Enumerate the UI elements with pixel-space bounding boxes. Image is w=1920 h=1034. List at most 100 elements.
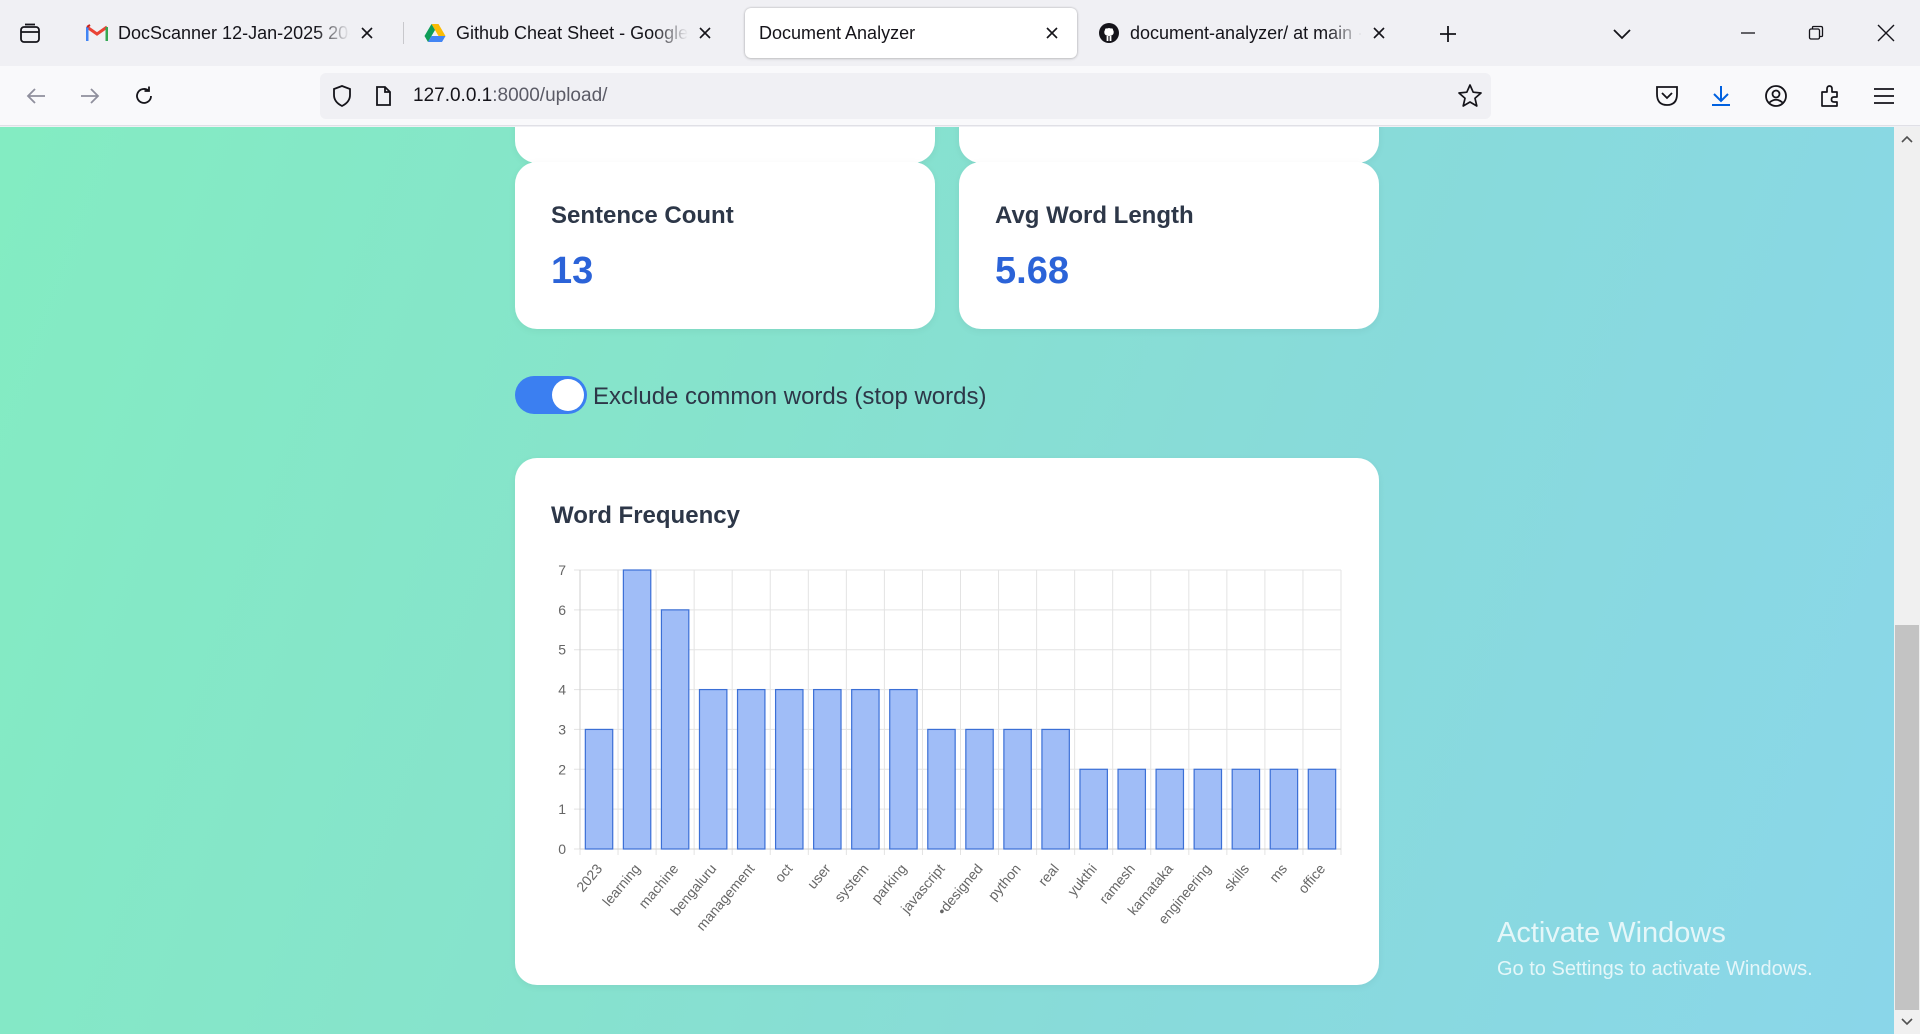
download-icon <box>1712 86 1730 106</box>
bookmark-star-icon[interactable] <box>1457 83 1483 109</box>
stat-card-partial <box>959 127 1379 163</box>
sentence-count-card: Sentence Count 13 <box>515 162 935 329</box>
tab-document-analyzer-repo[interactable]: document-analyzer/ at main · y <box>1084 8 1404 58</box>
y-tick-label: 0 <box>558 841 566 857</box>
vertical-scrollbar[interactable] <box>1894 127 1920 1034</box>
reload-button[interactable] <box>126 78 162 114</box>
x-tick-label: yukthi <box>1064 861 1100 899</box>
forward-arrow-icon <box>81 88 100 104</box>
x-tick-label: oct <box>771 861 795 886</box>
tab-github-cheat-sheet[interactable]: Github Cheat Sheet - Google Docs <box>410 8 730 58</box>
close-tab-icon[interactable] <box>1041 22 1063 44</box>
app-menu-button[interactable] <box>1866 78 1902 114</box>
account-button[interactable] <box>1758 78 1794 114</box>
restore-button[interactable] <box>1782 0 1850 66</box>
gmail-icon <box>86 22 108 44</box>
bar-user <box>813 688 842 850</box>
bar-machine <box>660 609 690 850</box>
scrollbar-thumb[interactable] <box>1895 625 1919 1010</box>
back-button[interactable] <box>18 78 54 114</box>
close-tab-icon[interactable] <box>1368 22 1390 44</box>
bar-javascript <box>927 728 956 850</box>
scroll-up-arrow-icon[interactable] <box>1894 127 1920 151</box>
navigation-toolbar: 127.0.0.1:8000/upload/ <box>0 66 1920 126</box>
avg-word-length-label: Avg Word Length <box>995 202 1194 229</box>
bar-ramesh <box>1117 768 1147 850</box>
toggle-knob <box>552 379 584 411</box>
minimize-button[interactable] <box>1714 0 1782 66</box>
github-icon <box>1098 22 1120 44</box>
google-drive-icon <box>424 22 446 44</box>
y-tick-label: 7 <box>558 562 566 578</box>
x-tick-label: user <box>804 860 834 891</box>
x-tick-label: python <box>985 861 1024 903</box>
close-tab-icon[interactable] <box>356 22 378 44</box>
firefox-view-icon[interactable] <box>14 18 46 50</box>
url-text[interactable]: 127.0.0.1:8000/upload/ <box>413 85 607 107</box>
watermark-line-1: Activate Windows <box>1497 917 1726 949</box>
reload-icon <box>136 86 152 104</box>
url-host: 127.0.0.1 <box>413 85 493 106</box>
x-tick-label: system <box>831 861 872 905</box>
y-tick-label: 2 <box>558 761 566 777</box>
extensions-button[interactable] <box>1812 78 1848 114</box>
x-tick-label: ms <box>1266 861 1290 886</box>
x-tick-label: skills <box>1220 861 1252 895</box>
close-window-button[interactable] <box>1852 0 1920 66</box>
new-tab-button[interactable] <box>1432 18 1464 50</box>
y-tick-label: 5 <box>558 642 566 658</box>
tab-document-analyzer[interactable]: Document Analyzer <box>745 8 1077 58</box>
close-icon <box>1877 24 1895 42</box>
bar-karnataka <box>1155 768 1185 850</box>
tab-title: Document Analyzer <box>759 22 916 43</box>
pocket-icon <box>1656 86 1678 106</box>
minimize-icon <box>1741 32 1755 34</box>
avg-word-length-value: 5.68 <box>995 250 1069 292</box>
x-tick-label: office <box>1295 860 1329 896</box>
bar-designed <box>965 728 994 850</box>
scroll-down-arrow-icon[interactable] <box>1894 1010 1920 1034</box>
tab-title: DocScanner 12-Jan-2025 20-28 <box>118 22 350 43</box>
bar-management <box>736 688 766 850</box>
page-info-icon[interactable] <box>372 85 394 107</box>
tracking-protection-shield-icon[interactable] <box>330 84 354 108</box>
bar-real <box>1041 728 1070 850</box>
chevron-down-icon <box>1613 29 1631 40</box>
sentence-count-value: 13 <box>551 250 594 292</box>
watermark-line-2: Go to Settings to activate Windows. <box>1497 958 1813 980</box>
account-icon <box>1765 85 1787 107</box>
stop-words-toggle[interactable] <box>515 376 587 414</box>
list-all-tabs-button[interactable] <box>1606 18 1638 50</box>
bar-2023 <box>584 728 614 850</box>
close-tab-icon[interactable] <box>694 22 716 44</box>
bar-skills <box>1231 768 1261 850</box>
pocket-button[interactable] <box>1649 78 1685 114</box>
x-tick-label: real <box>1035 861 1062 889</box>
bar-ms <box>1269 768 1299 850</box>
activate-windows-watermark: Activate Windows Go to Settings to activ… <box>1497 917 1813 981</box>
y-tick-label: 6 <box>558 602 566 618</box>
word-frequency-card: Word Frequency 0 1 2 3 4 5 6 7 2023 learning machi… <box>515 458 1379 985</box>
plus-icon <box>1440 26 1456 42</box>
tab-separator <box>403 22 404 44</box>
restore-icon <box>1808 25 1824 40</box>
bar-oct <box>774 688 804 850</box>
y-tick-label: 1 <box>558 801 566 817</box>
sentence-count-label: Sentence Count <box>551 202 734 229</box>
bar-system <box>851 688 880 850</box>
tab-title: document-analyzer/ at main · y <box>1130 22 1362 43</box>
forward-button[interactable] <box>72 78 108 114</box>
bar-engineering <box>1193 768 1223 850</box>
address-bar[interactable]: 127.0.0.1:8000/upload/ <box>320 73 1491 119</box>
x-tick-label: 2023 <box>573 860 605 894</box>
bar-bengaluru <box>698 688 728 850</box>
stop-words-toggle-label[interactable]: Exclude common words (stop words) <box>593 383 986 411</box>
puzzle-piece-icon <box>1821 85 1838 107</box>
y-tick-label: 4 <box>558 682 566 698</box>
tab-docscanner[interactable]: DocScanner 12-Jan-2025 20-28 <box>72 8 392 58</box>
downloads-button[interactable] <box>1703 78 1739 114</box>
bar-parking <box>889 688 918 850</box>
word-frequency-chart: 012345672023learningmachinebengalurumana… <box>558 562 1342 934</box>
page-viewport: Sentence Count 13 Avg Word Length 5.68 E… <box>0 127 1920 1034</box>
bar-python <box>1003 728 1032 850</box>
